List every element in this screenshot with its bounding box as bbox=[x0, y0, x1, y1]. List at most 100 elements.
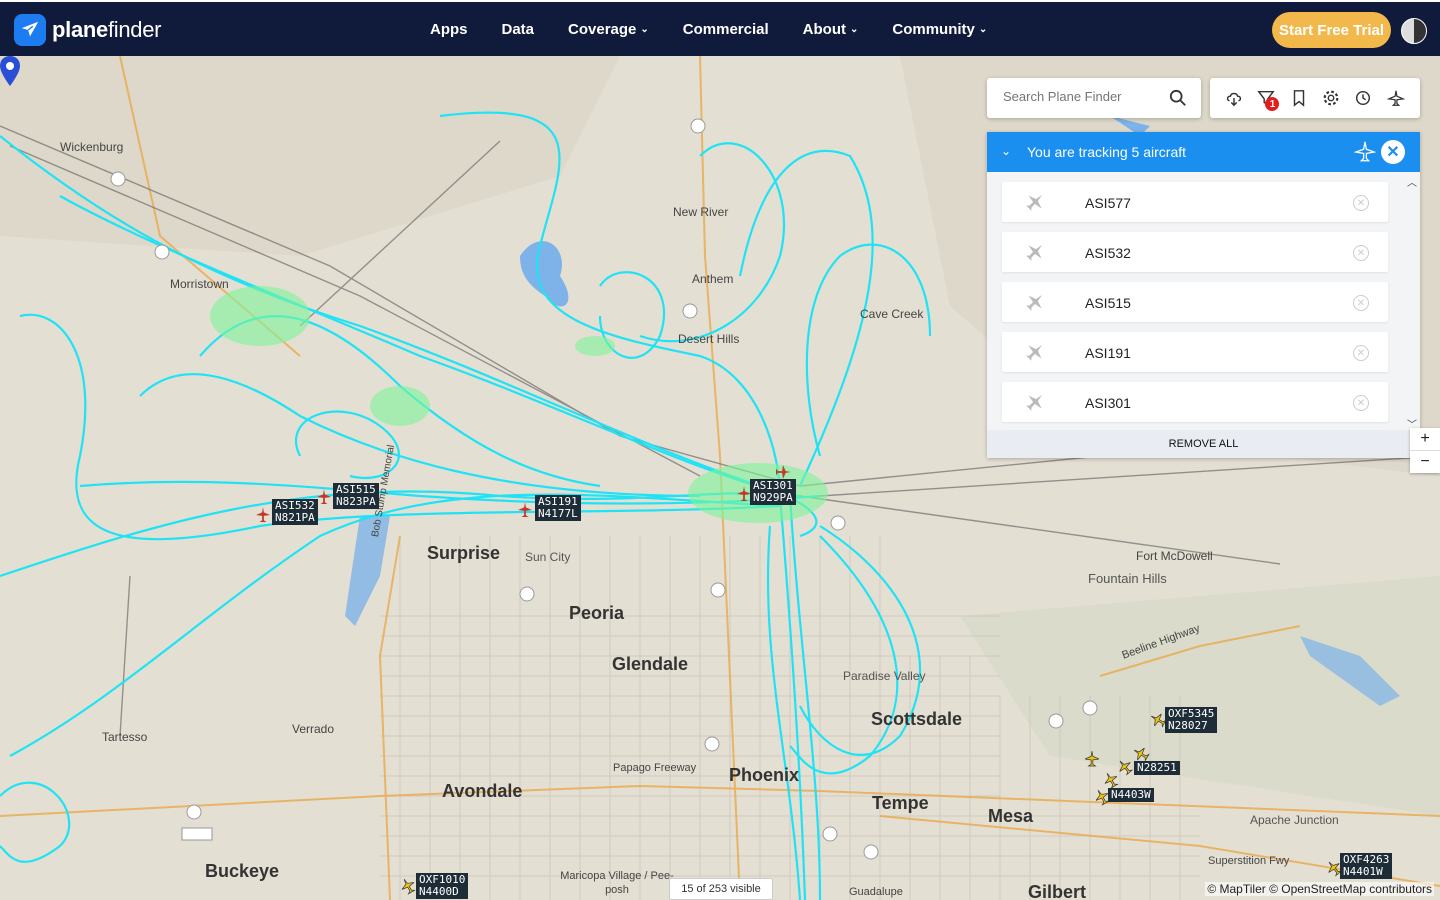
aircraft-label[interactable]: ASI301 N929PA bbox=[750, 479, 796, 505]
aircraft-red-icon[interactable] bbox=[317, 489, 331, 505]
aircraft-icon bbox=[1026, 194, 1043, 211]
place-label: Gilbert bbox=[1028, 882, 1087, 900]
aircraft-label[interactable]: ASI515 N823PA bbox=[333, 483, 379, 509]
place-label: Paradise Valley bbox=[843, 669, 926, 683]
menu-community[interactable]: Community ⌄ bbox=[892, 21, 987, 38]
place-label: Cave Creek bbox=[860, 307, 924, 321]
tracked-aircraft-row[interactable]: ASI191 ✕ bbox=[1002, 332, 1388, 372]
tracked-aircraft-row[interactable]: ASI577 ✕ bbox=[1002, 182, 1388, 222]
aircraft-red-icon[interactable] bbox=[737, 486, 751, 502]
weather-icon[interactable] bbox=[1225, 89, 1243, 107]
map-toolbar: 1 bbox=[1210, 78, 1420, 118]
aircraft-label[interactable]: OXF1010 N4400D bbox=[416, 873, 469, 899]
place-label: Morristown bbox=[170, 277, 229, 291]
place-label: Guadalupe bbox=[849, 886, 903, 898]
tracking-panel: ⌄ You are tracking 5 aircraft ✕ ASI577 ✕… bbox=[987, 132, 1420, 458]
aircraft-callsign: ASI515 bbox=[1085, 295, 1131, 311]
brand-logo[interactable]: planefinder bbox=[14, 14, 162, 46]
menu-data[interactable]: Data bbox=[502, 21, 535, 38]
place-label: Wickenburg bbox=[60, 140, 124, 154]
place-label: Apache Junction bbox=[1250, 813, 1339, 827]
gear-icon[interactable] bbox=[1322, 89, 1340, 107]
playback-icon[interactable] bbox=[1386, 89, 1405, 107]
filter-button[interactable]: 1 bbox=[1257, 89, 1280, 111]
main-menu: Apps Data Coverage ⌄ Commercial About ⌄ Co… bbox=[430, 2, 1021, 56]
remove-all-button[interactable]: REMOVE ALL bbox=[987, 430, 1420, 458]
search-bar bbox=[987, 78, 1201, 118]
aircraft-yellow-icon[interactable] bbox=[1085, 751, 1099, 767]
menu-about[interactable]: About ⌄ bbox=[803, 21, 859, 38]
tracked-aircraft-row[interactable]: ASI532 ✕ bbox=[1002, 232, 1388, 272]
start-free-trial-button[interactable]: Start Free Trial bbox=[1272, 12, 1391, 48]
bookmark-icon[interactable] bbox=[1290, 89, 1308, 107]
aircraft-icon bbox=[1026, 394, 1043, 411]
search-icon[interactable] bbox=[1169, 89, 1187, 107]
location-pin-icon[interactable] bbox=[0, 56, 20, 86]
place-label: Sun City bbox=[525, 550, 571, 564]
place-label: Scottsdale bbox=[871, 709, 963, 729]
place-label: Mesa bbox=[988, 806, 1034, 826]
untrack-button[interactable]: ✕ bbox=[1353, 295, 1369, 311]
close-panel-button[interactable]: ✕ bbox=[1381, 140, 1405, 164]
user-avatar[interactable] bbox=[1401, 18, 1427, 44]
untrack-button[interactable]: ✕ bbox=[1353, 345, 1369, 361]
zoom-in-button[interactable]: + bbox=[1410, 428, 1440, 450]
tracked-aircraft-row[interactable]: ASI301 ✕ bbox=[1002, 382, 1388, 422]
place-label: Surprise bbox=[427, 543, 501, 563]
chevron-down-icon: ⌄ bbox=[849, 23, 859, 35]
menu-apps[interactable]: Apps bbox=[430, 21, 468, 38]
place-label: Buckeye bbox=[205, 861, 280, 881]
aircraft-callsign: ASI301 bbox=[1085, 395, 1131, 411]
aircraft-red-icon[interactable] bbox=[775, 465, 791, 479]
aircraft-label[interactable]: ASI532 N821PA bbox=[272, 499, 318, 525]
place-label: Avondale bbox=[442, 781, 523, 801]
chevron-down-icon: ⌄ bbox=[640, 23, 649, 35]
place-label: Maricopa Village / Pee-posh bbox=[560, 870, 674, 896]
aircraft-label[interactable]: N4403W bbox=[1108, 788, 1154, 802]
scroll-up-icon[interactable]: ︿ bbox=[1407, 174, 1417, 189]
aircraft-callsign: ASI577 bbox=[1085, 195, 1131, 211]
aircraft-red-icon[interactable] bbox=[256, 507, 270, 523]
place-label: Superstition Fwy bbox=[1208, 855, 1290, 867]
collapse-chevron-icon[interactable]: ⌄ bbox=[1001, 144, 1011, 158]
tracked-aircraft-list[interactable]: ASI577 ✕ ASI532 ✕ ASI515 ✕ ASI191 ✕ ASI3… bbox=[987, 172, 1420, 430]
aircraft-label[interactable]: ASI191 N4177L bbox=[535, 495, 581, 521]
aircraft-icon bbox=[1026, 244, 1043, 261]
chevron-down-icon: ⌄ bbox=[978, 23, 988, 35]
menu-commercial[interactable]: Commercial bbox=[683, 21, 769, 38]
place-label: Verrado bbox=[292, 722, 335, 736]
aircraft-red-icon[interactable] bbox=[518, 502, 532, 518]
place-label: Anthem bbox=[692, 272, 734, 286]
brand-name: planefinder bbox=[52, 17, 162, 42]
aircraft-callsign: ASI191 bbox=[1085, 345, 1131, 361]
untrack-button[interactable]: ✕ bbox=[1353, 395, 1369, 411]
place-label: Tempe bbox=[872, 793, 929, 813]
top-nav: planefinder Apps Data Coverage ⌄ Commerci… bbox=[0, 0, 1440, 56]
tracked-aircraft-row[interactable]: ASI515 ✕ bbox=[1002, 282, 1388, 322]
zoom-out-button[interactable]: − bbox=[1410, 450, 1440, 473]
place-label: New River bbox=[673, 205, 729, 219]
visible-count: 15 of 253 visible bbox=[669, 878, 773, 900]
untrack-button[interactable]: ✕ bbox=[1353, 245, 1369, 261]
search-input[interactable] bbox=[1001, 88, 1165, 105]
aircraft-icon bbox=[1026, 344, 1043, 361]
place-label: Phoenix bbox=[729, 765, 800, 785]
tracking-panel-header: ⌄ You are tracking 5 aircraft ✕ bbox=[987, 132, 1420, 172]
tracking-title: You are tracking 5 aircraft bbox=[1027, 144, 1187, 160]
place-label: Peoria bbox=[569, 603, 625, 623]
history-icon[interactable] bbox=[1354, 89, 1372, 107]
aircraft-callsign: ASI532 bbox=[1085, 245, 1131, 261]
place-label: Fountain Hills bbox=[1088, 571, 1167, 586]
place-label: Tartesso bbox=[102, 730, 148, 744]
zoom-control: + − bbox=[1410, 428, 1440, 473]
place-label: Papago Freeway bbox=[613, 762, 697, 774]
aircraft-icon bbox=[1026, 294, 1043, 311]
place-label: Desert Hills bbox=[678, 332, 740, 346]
aircraft-label[interactable]: N28251 bbox=[1134, 761, 1180, 775]
aircraft-label[interactable]: OXF4263 N4401W bbox=[1340, 853, 1393, 879]
aircraft-label[interactable]: OXF5345 N28027 bbox=[1165, 707, 1218, 733]
untrack-button[interactable]: ✕ bbox=[1353, 195, 1369, 211]
menu-coverage[interactable]: Coverage ⌄ bbox=[568, 21, 649, 38]
map-attribution: © MapTiler © OpenStreetMap contributors bbox=[1205, 882, 1434, 896]
aircraft-icon bbox=[1354, 141, 1376, 162]
